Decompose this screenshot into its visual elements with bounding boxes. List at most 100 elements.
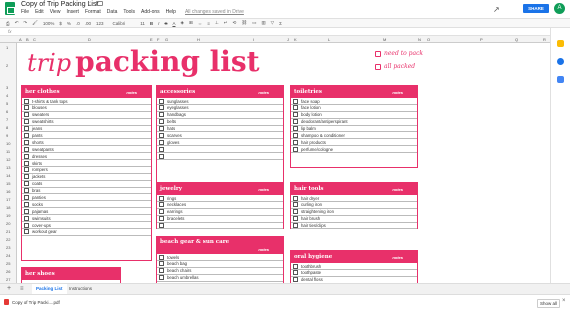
row-header[interactable]: 4 [6,93,8,98]
paint-format-icon[interactable]: 🖌 [32,20,38,26]
menu-data[interactable]: Data [107,9,118,15]
menu-tools[interactable]: Tools [123,9,135,15]
row-header[interactable]: 12 [6,157,10,162]
item-checkbox[interactable] [159,105,164,111]
col-header[interactable]: A [19,37,22,42]
row-header[interactable]: 21 [6,229,10,234]
increase-decimal-button[interactable]: .00 [85,21,91,26]
italic-icon[interactable]: I [158,21,159,26]
col-header[interactable]: H [197,37,200,42]
folder-icon[interactable] [96,1,103,6]
decrease-decimal-button[interactable]: .0 [76,21,80,26]
strikethrough-icon[interactable]: S [164,21,167,26]
rotate-icon[interactable]: ⟲ [233,20,237,26]
item-checkbox[interactable] [293,195,298,201]
item-checkbox[interactable] [293,270,298,276]
merge-icon[interactable]: ⇔ [198,21,203,26]
item-checkbox[interactable] [159,268,164,274]
row-header[interactable]: 18 [6,205,10,210]
fill-color-icon[interactable]: ◈ [180,20,183,26]
row-header[interactable]: 7 [6,117,8,122]
link-icon[interactable]: ⛓ [241,20,247,26]
show-all-button[interactable]: Show all [537,299,561,308]
align-icon[interactable]: ≡ [207,21,210,26]
row-header[interactable]: 5 [6,101,8,106]
row-header[interactable]: 1 [6,45,8,50]
legend-checkbox[interactable] [375,50,381,57]
col-header[interactable]: I [253,37,254,42]
item-checkbox[interactable] [159,98,164,104]
item-checkbox[interactable] [293,209,298,215]
item-checkbox[interactable] [24,126,29,132]
item-checkbox[interactable] [24,160,29,166]
col-header[interactable]: K [294,37,297,42]
item-checkbox[interactable] [24,167,29,173]
item-checkbox[interactable] [159,202,164,208]
formula-bar[interactable]: fx [0,28,570,36]
item-checkbox[interactable] [24,188,29,194]
font-size-select[interactable]: 11 [140,21,145,26]
row-header[interactable]: 25 [6,261,10,266]
menu-format[interactable]: Format [85,9,101,15]
item-checkbox[interactable] [24,105,29,111]
item-checkbox[interactable] [24,98,29,104]
item-checkbox[interactable] [293,112,298,118]
col-header[interactable]: J [287,37,289,42]
row-header[interactable]: 14 [6,173,10,178]
item-checkbox[interactable] [24,119,29,125]
row-header[interactable]: 17 [6,197,10,202]
row-header[interactable]: 23 [6,245,10,250]
undo-icon[interactable]: ↶ [15,20,19,26]
font-select[interactable]: Calibri [112,21,125,26]
col-header[interactable]: C [33,37,36,42]
sheets-logo-icon[interactable] [5,2,15,15]
row-header[interactable]: 3 [6,85,8,90]
item-checkbox[interactable] [159,119,164,125]
item-checkbox[interactable] [159,209,164,215]
item-checkbox[interactable] [293,119,298,125]
item-checkbox[interactable] [24,153,29,159]
item-checkbox[interactable] [159,261,164,267]
item-checkbox[interactable] [293,223,298,229]
print-icon[interactable]: ⎙ [6,21,10,26]
row-header[interactable]: 15 [6,181,10,186]
item-checkbox[interactable] [293,216,298,222]
saved-status[interactable]: All changes saved in Drive [185,9,244,15]
item-checkbox[interactable] [159,126,164,132]
number-format-select[interactable]: 123 [96,21,104,26]
col-header[interactable]: N [418,37,421,42]
menu-help[interactable]: Help [166,9,176,15]
text-color-icon[interactable]: A [172,21,175,26]
comment-icon[interactable]: ▭ [252,20,256,26]
item-checkbox[interactable] [293,105,298,111]
item-checkbox[interactable] [159,146,164,152]
item-checkbox[interactable] [293,132,298,138]
currency-button[interactable]: $ [59,21,62,26]
menu-insert[interactable]: Insert [66,9,79,15]
item-checkbox[interactable] [24,139,29,145]
share-button[interactable]: SHARE [523,4,549,13]
item-checkbox[interactable] [24,112,29,118]
filter-icon[interactable]: ▽ [271,20,274,26]
wrap-icon[interactable]: ↵ [224,20,228,26]
item-checkbox[interactable] [24,132,29,138]
col-header[interactable]: M [383,37,386,42]
col-header[interactable]: B [26,37,29,42]
chart-icon[interactable]: ▥ [261,20,265,26]
row-header[interactable]: 20 [6,221,10,226]
sheet-canvas[interactable]: trip packing list need to pack all packed… [17,43,550,283]
row-header[interactable]: 27 [6,277,10,282]
item-checkbox[interactable] [159,195,164,201]
item-checkbox[interactable] [24,201,29,207]
item-checkbox[interactable] [293,139,298,145]
item-checkbox[interactable] [293,126,298,132]
item-checkbox[interactable] [24,146,29,152]
row-header[interactable]: 13 [6,165,10,170]
col-header[interactable]: F [157,37,159,42]
redo-icon[interactable]: ↷ [23,20,27,26]
keep-icon[interactable] [557,40,564,47]
zoom-select[interactable]: 100% [43,21,55,26]
col-header[interactable]: L [328,37,330,42]
item-checkbox[interactable] [24,174,29,180]
item-checkbox[interactable] [159,216,164,222]
